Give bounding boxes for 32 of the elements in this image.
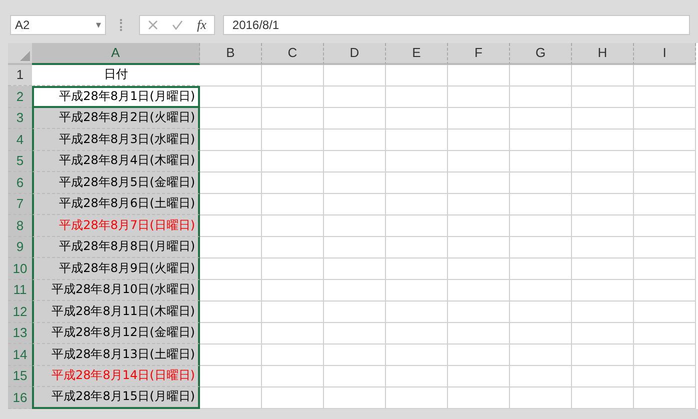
name-box[interactable]: A2 ▾: [10, 15, 106, 35]
column-header[interactable]: E: [386, 43, 448, 64]
column-header[interactable]: H: [572, 43, 634, 64]
column-header[interactable]: A: [32, 43, 200, 64]
table-cell[interactable]: 平成28年8月15日(月曜日): [32, 387, 200, 408]
table-cell[interactable]: 平成28年8月3日(水曜日): [32, 129, 200, 150]
checkmark-icon[interactable]: [172, 20, 183, 30]
table-cell[interactable]: 平成28年8月12日(金曜日): [32, 322, 200, 344]
table-cell[interactable]: 平成28年8月1日(月曜日): [32, 86, 200, 108]
insert-function-button[interactable]: fx: [197, 17, 206, 33]
table-cell[interactable]: 平成28年8月6日(土曜日): [32, 194, 200, 215]
column-header[interactable]: B: [200, 43, 262, 64]
column-header[interactable]: G: [510, 43, 572, 64]
column-header[interactable]: F: [448, 43, 510, 64]
table-cell[interactable]: 平成28年8月11日(木曜日): [32, 301, 200, 322]
table-cell[interactable]: 平成28年8月13日(土曜日): [32, 344, 200, 366]
table-cell[interactable]: 平成28年8月9日(火曜日): [32, 258, 200, 280]
close-icon[interactable]: [148, 20, 158, 30]
column-header[interactable]: C: [262, 43, 324, 64]
table-cell[interactable]: 平成28年8月8日(月曜日): [32, 236, 200, 258]
column-header[interactable]: D: [324, 43, 386, 64]
formula-field[interactable]: 2016/8/1: [223, 15, 690, 35]
table-cell[interactable]: 平成28年8月5日(金曜日): [32, 172, 200, 194]
table-cell[interactable]: 平成28年8月4日(木曜日): [32, 150, 200, 172]
table-cell[interactable]: 平成28年8月2日(火曜日): [32, 108, 200, 129]
dropdown-arrow[interactable]: ▾: [96, 19, 101, 31]
select-all-button[interactable]: [8, 43, 32, 64]
select-all-icon: [20, 50, 30, 60]
row-header[interactable]: 1: [8, 64, 32, 86]
table-cell[interactable]: 平成28年8月10日(水曜日): [32, 280, 200, 301]
cell-reference: A2: [15, 18, 30, 32]
column-header[interactable]: I: [634, 43, 696, 64]
